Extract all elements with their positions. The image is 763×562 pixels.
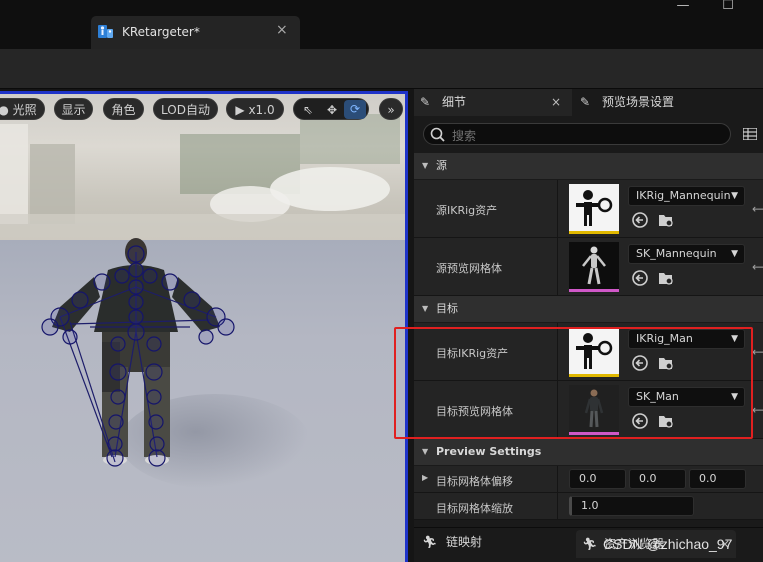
transform-tools: ⇖ ✥ ⟳: [293, 98, 369, 120]
tab-details[interactable]: ✎ 细节 ×: [414, 89, 572, 116]
show-label: 显示: [61, 103, 86, 117]
section-preview-label: Preview Settings: [436, 445, 542, 458]
lighting-button[interactable]: ● 光照: [0, 98, 45, 120]
row-divider: [557, 238, 558, 295]
search-placeholder: 搜索: [452, 129, 477, 143]
ikrig-color-bar: [569, 231, 619, 234]
offset-y-value: 0.0: [639, 472, 657, 485]
browse-asset-icon[interactable]: [657, 211, 675, 229]
expand-triangle-icon[interactable]: ▶: [422, 473, 428, 482]
search-icon: [430, 127, 445, 142]
show-button[interactable]: 显示: [54, 98, 93, 120]
collapse-triangle-icon: ▼: [422, 304, 429, 313]
main-toolbar: [0, 49, 763, 89]
scale-field[interactable]: 1.0: [569, 496, 694, 516]
title-bar: — ☐ KRetargeter* ×: [0, 0, 763, 49]
offset-z-field[interactable]: 0.0: [689, 469, 746, 489]
speed-label: x1.0: [248, 103, 275, 117]
close-tab-button[interactable]: ×: [276, 22, 288, 38]
details-panel: ✎ 细节 × ✎ 预览场景设置 搜索 ▼ 源 源IKRig资产 IKRig_Ma…: [414, 89, 763, 562]
tab-details-label: 细节: [442, 95, 467, 109]
source-ikrig-thumbnail[interactable]: [569, 184, 619, 234]
select-tool-icon[interactable]: ⇖: [296, 99, 320, 121]
character-skeleton[interactable]: [30, 232, 245, 472]
offset-x-field[interactable]: 0.0: [569, 469, 626, 489]
viewport[interactable]: ● 光照 显示 角色 LOD自动 ▶ x1.0 ⇖ ✥ ⟳ »: [0, 91, 408, 562]
grid-view-icon[interactable]: [743, 128, 757, 140]
source-ikrig-row: 源IKRig资产 IKRig_Mannequin ▼ ⟵: [414, 180, 763, 238]
details-icon: ✎: [420, 95, 431, 109]
chevron-down-icon: ▼: [731, 191, 738, 201]
document-tab[interactable]: KRetargeter* ×: [91, 16, 300, 49]
source-mesh-row: 源预览网格体 SK_Mannequin ▼ ⟵: [414, 238, 763, 296]
use-selected-icon[interactable]: [631, 269, 649, 287]
section-source-label: 源: [436, 159, 447, 172]
scale-value: 1.0: [581, 499, 599, 512]
chevron-down-icon: ▼: [731, 249, 738, 259]
minimize-button[interactable]: —: [660, 0, 706, 14]
source-ikrig-value: IKRig_Mannequin: [636, 189, 731, 202]
browse-asset-icon[interactable]: [657, 269, 675, 287]
close-details-button[interactable]: ×: [551, 89, 561, 116]
ikrig-asset-icon: [576, 190, 613, 226]
offset-z-value: 0.0: [699, 472, 717, 485]
row-divider: [557, 493, 558, 519]
use-selected-icon[interactable]: [631, 211, 649, 229]
reset-arrow-icon[interactable]: ⟵: [752, 404, 763, 416]
source-mesh-combo[interactable]: SK_Mannequin ▼: [628, 244, 745, 264]
tab-preview-label: 预览场景设置: [602, 95, 675, 109]
offset-label: 目标网格体偏移: [436, 475, 513, 488]
annotation-highlight-box: [394, 327, 753, 439]
offset-y-field[interactable]: 0.0: [629, 469, 686, 489]
row-divider: [557, 180, 558, 237]
lod-label: LOD自动: [161, 103, 210, 117]
section-target[interactable]: ▼ 目标: [414, 296, 763, 322]
preview-settings-icon: ✎: [580, 95, 591, 109]
more-options-button[interactable]: »: [379, 98, 403, 120]
section-target-label: 目标: [436, 302, 458, 315]
tab-chain-mapping[interactable]: 🏃︎ 链映射: [418, 528, 568, 556]
running-figure-icon: 🏃︎: [582, 537, 598, 551]
search-input[interactable]: 搜索: [423, 123, 731, 145]
watermark: CSDN @zhichao_97: [603, 536, 733, 552]
lighting-label: 光照: [12, 103, 37, 117]
reset-arrow-icon[interactable]: ⟵: [752, 203, 763, 215]
tab-preview-settings[interactable]: ✎ 预览场景设置: [574, 89, 714, 116]
running-figure-icon: 🏃︎: [422, 535, 438, 549]
reset-arrow-icon[interactable]: ⟵: [752, 346, 763, 358]
reset-arrow-icon[interactable]: ⟵: [752, 261, 763, 273]
move-tool-icon[interactable]: ✥: [320, 99, 344, 121]
retargeter-icon: [98, 25, 113, 38]
character-button[interactable]: 角色: [103, 98, 144, 120]
source-ikrig-label: 源IKRig资产: [436, 204, 498, 217]
source-mesh-thumbnail[interactable]: [569, 242, 619, 292]
viewport-toolbar: ● 光照 显示 角色 LOD自动 ▶ x1.0 ⇖ ✥ ⟳ »: [0, 98, 405, 120]
source-mesh-label: 源预览网格体: [436, 262, 502, 275]
play-icon: ▶: [235, 103, 245, 117]
scale-label: 目标网格体缩放: [436, 502, 513, 515]
row-divider: [557, 466, 558, 492]
collapse-triangle-icon: ▼: [422, 161, 429, 170]
offset-x-value: 0.0: [579, 472, 597, 485]
source-mesh-value: SK_Mannequin: [636, 247, 717, 260]
maximize-button[interactable]: ☐: [705, 0, 751, 14]
lighting-icon: ●: [0, 103, 9, 117]
mannequin-mesh-icon: [582, 246, 606, 285]
section-source[interactable]: ▼ 源: [414, 153, 763, 179]
rotate-tool-icon[interactable]: ⟳: [344, 100, 366, 119]
scale-row: 目标网格体缩放 1.0: [414, 493, 763, 520]
tab-chain-mapping-label: 链映射: [446, 535, 483, 549]
offset-row: ▶ 目标网格体偏移 0.0 0.0 0.0: [414, 466, 763, 493]
mesh-color-bar: [569, 289, 619, 292]
character-label: 角色: [111, 103, 136, 117]
collapse-triangle-icon: ▼: [422, 447, 429, 456]
source-ikrig-combo[interactable]: IKRig_Mannequin ▼: [628, 186, 745, 206]
lod-button[interactable]: LOD自动: [153, 98, 218, 120]
more-label: »: [387, 103, 395, 117]
play-speed-button[interactable]: ▶ x1.0: [226, 98, 284, 120]
document-title: KRetargeter*: [122, 25, 200, 39]
section-preview-settings[interactable]: ▼ Preview Settings: [414, 439, 763, 465]
